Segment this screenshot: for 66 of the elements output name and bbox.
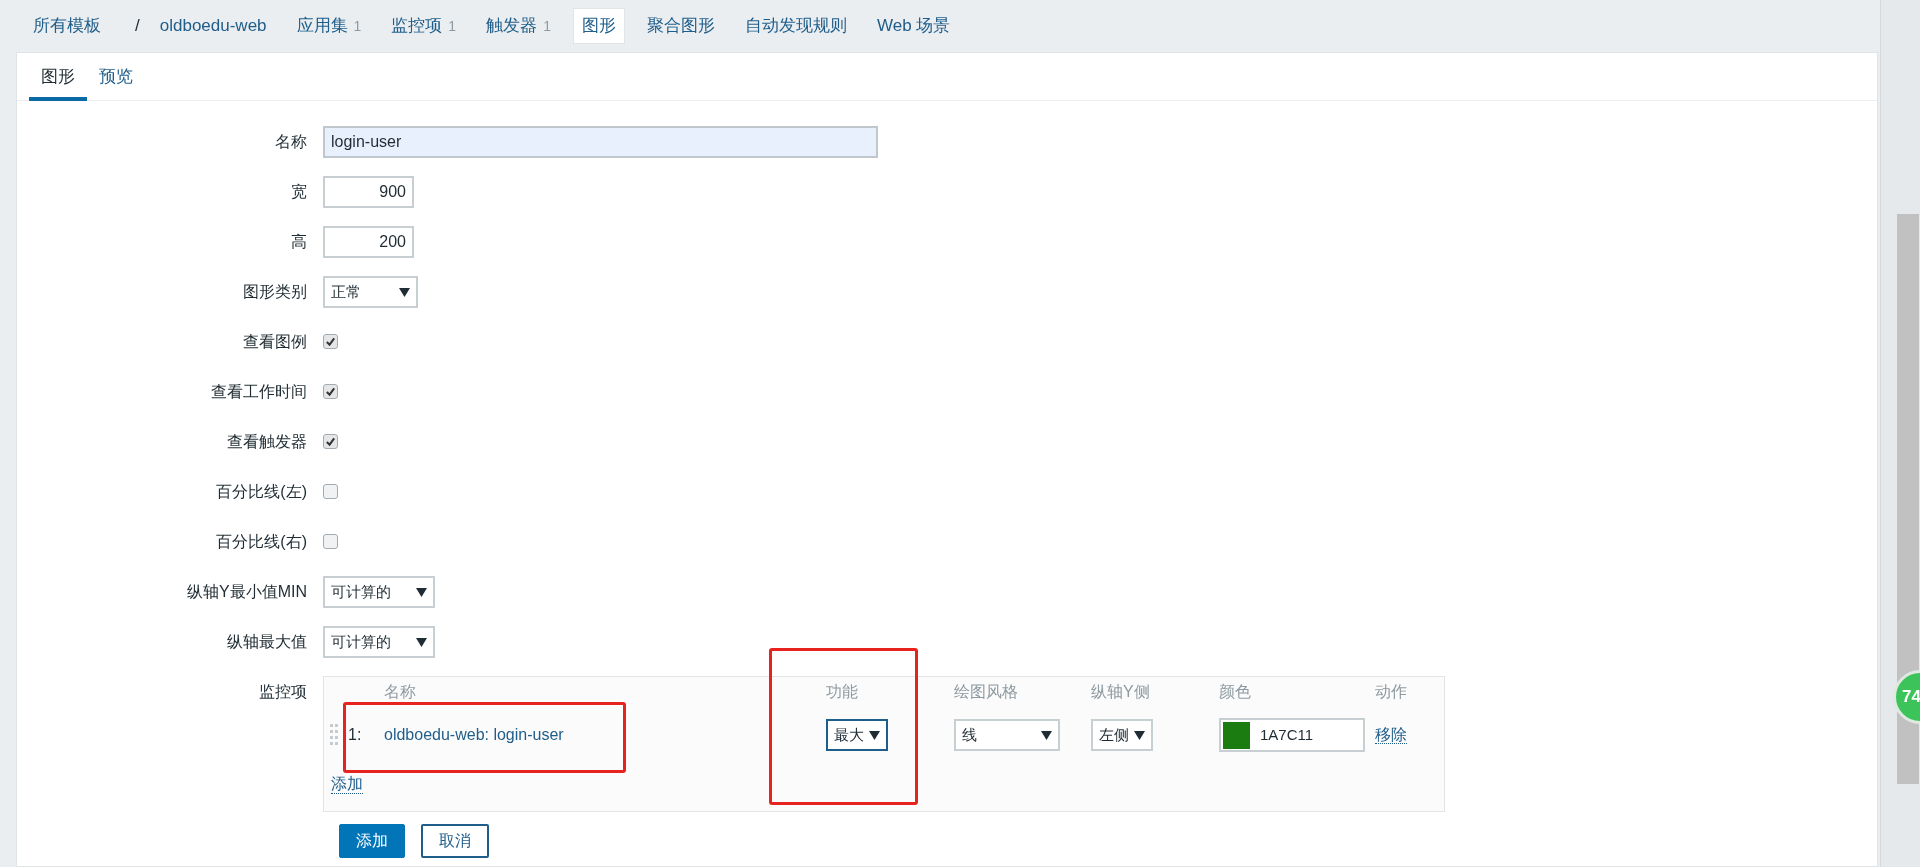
field-label: 宽 xyxy=(290,182,308,202)
checkbox[interactable] xyxy=(323,384,338,399)
nav-link[interactable]: 应用集 1 xyxy=(288,9,370,43)
nav-link[interactable]: 聚合图形 xyxy=(638,9,723,43)
add-link[interactable]: 添加 xyxy=(331,775,363,794)
dropdown-value: 正常 xyxy=(331,281,361,302)
dropdown[interactable]: 可计算的 xyxy=(323,626,435,658)
nav-link[interactable]: oldboedu-web xyxy=(151,9,275,43)
dropdown[interactable]: 可计算的 xyxy=(323,576,435,608)
remove-link[interactable]: 移除 xyxy=(1375,726,1407,744)
caret-icon xyxy=(399,287,410,297)
row-number: 1: xyxy=(348,725,362,745)
form-button[interactable]: 取消 xyxy=(421,824,489,858)
number-input[interactable]: 200 xyxy=(323,226,414,258)
column-header: 功能 xyxy=(826,683,858,700)
nav-link[interactable]: 所有模板 xyxy=(25,9,109,43)
caret-icon xyxy=(1041,730,1052,740)
tab[interactable]: 图形 xyxy=(29,53,87,101)
column-header: 动作 xyxy=(1375,683,1407,700)
dropdown-value: 左侧 xyxy=(1099,724,1129,745)
nav-link[interactable]: 触发器 1 xyxy=(478,9,559,43)
form-button[interactable]: 添加 xyxy=(339,824,405,858)
color-swatch[interactable] xyxy=(1223,721,1250,749)
dropdown[interactable]: 正常 xyxy=(323,276,418,308)
dropdown-value: 可计算的 xyxy=(331,581,391,602)
column-header: 绘图风格 xyxy=(954,683,1018,700)
field-label: 监控项 xyxy=(258,682,308,702)
checkbox[interactable] xyxy=(323,334,338,349)
field-label: 图形类别 xyxy=(242,282,308,302)
dropdown[interactable]: 最大 xyxy=(826,719,888,751)
nav-link[interactable]: 自动发现规则 xyxy=(736,9,855,43)
field-label: 纵轴最大值 xyxy=(226,632,308,652)
number-input[interactable]: 900 xyxy=(323,176,414,208)
field-label: 百分比线(右) xyxy=(215,532,308,552)
field-label: 百分比线(左) xyxy=(215,482,308,502)
dropdown-value: 可计算的 xyxy=(331,631,391,652)
nav-link[interactable]: 图形 xyxy=(572,8,625,44)
field-label: 查看图例 xyxy=(242,332,308,352)
breadcrumb-separator: / xyxy=(135,15,140,38)
caret-icon xyxy=(1134,730,1145,740)
field-label: 纵轴Y最小值MIN xyxy=(186,582,308,602)
nav-link[interactable]: 监控项 1 xyxy=(383,9,465,43)
field-label: 高 xyxy=(290,232,308,252)
drag-handle-icon[interactable] xyxy=(330,724,338,746)
column-header: 名称 xyxy=(384,683,416,700)
dropdown[interactable]: 线 xyxy=(954,719,1060,751)
name-input[interactable]: login-user xyxy=(323,126,878,158)
field-label: 名称 xyxy=(274,132,308,152)
checkbox[interactable] xyxy=(323,484,338,499)
nav-link[interactable]: Web 场景 xyxy=(868,9,959,43)
column-header: 纵轴Y侧 xyxy=(1091,683,1150,700)
field-label: 查看触发器 xyxy=(226,432,308,452)
scrollbar[interactable] xyxy=(1880,0,1920,867)
checkbox[interactable] xyxy=(323,534,338,549)
dropdown-value: 最大 xyxy=(834,724,864,745)
item-link[interactable]: oldboedu-web: login-user xyxy=(384,726,564,743)
field-label: 查看工作时间 xyxy=(210,382,308,402)
caret-icon xyxy=(416,637,427,647)
dropdown-value: 线 xyxy=(962,724,977,745)
tab[interactable]: 预览 xyxy=(87,53,145,101)
dropdown[interactable]: 左侧 xyxy=(1091,719,1153,751)
caret-icon xyxy=(416,587,427,597)
caret-icon xyxy=(869,730,880,740)
color-field[interactable]: 1A7C11 xyxy=(1219,718,1365,752)
checkbox[interactable] xyxy=(323,434,338,449)
column-header: 颜色 xyxy=(1219,683,1251,700)
